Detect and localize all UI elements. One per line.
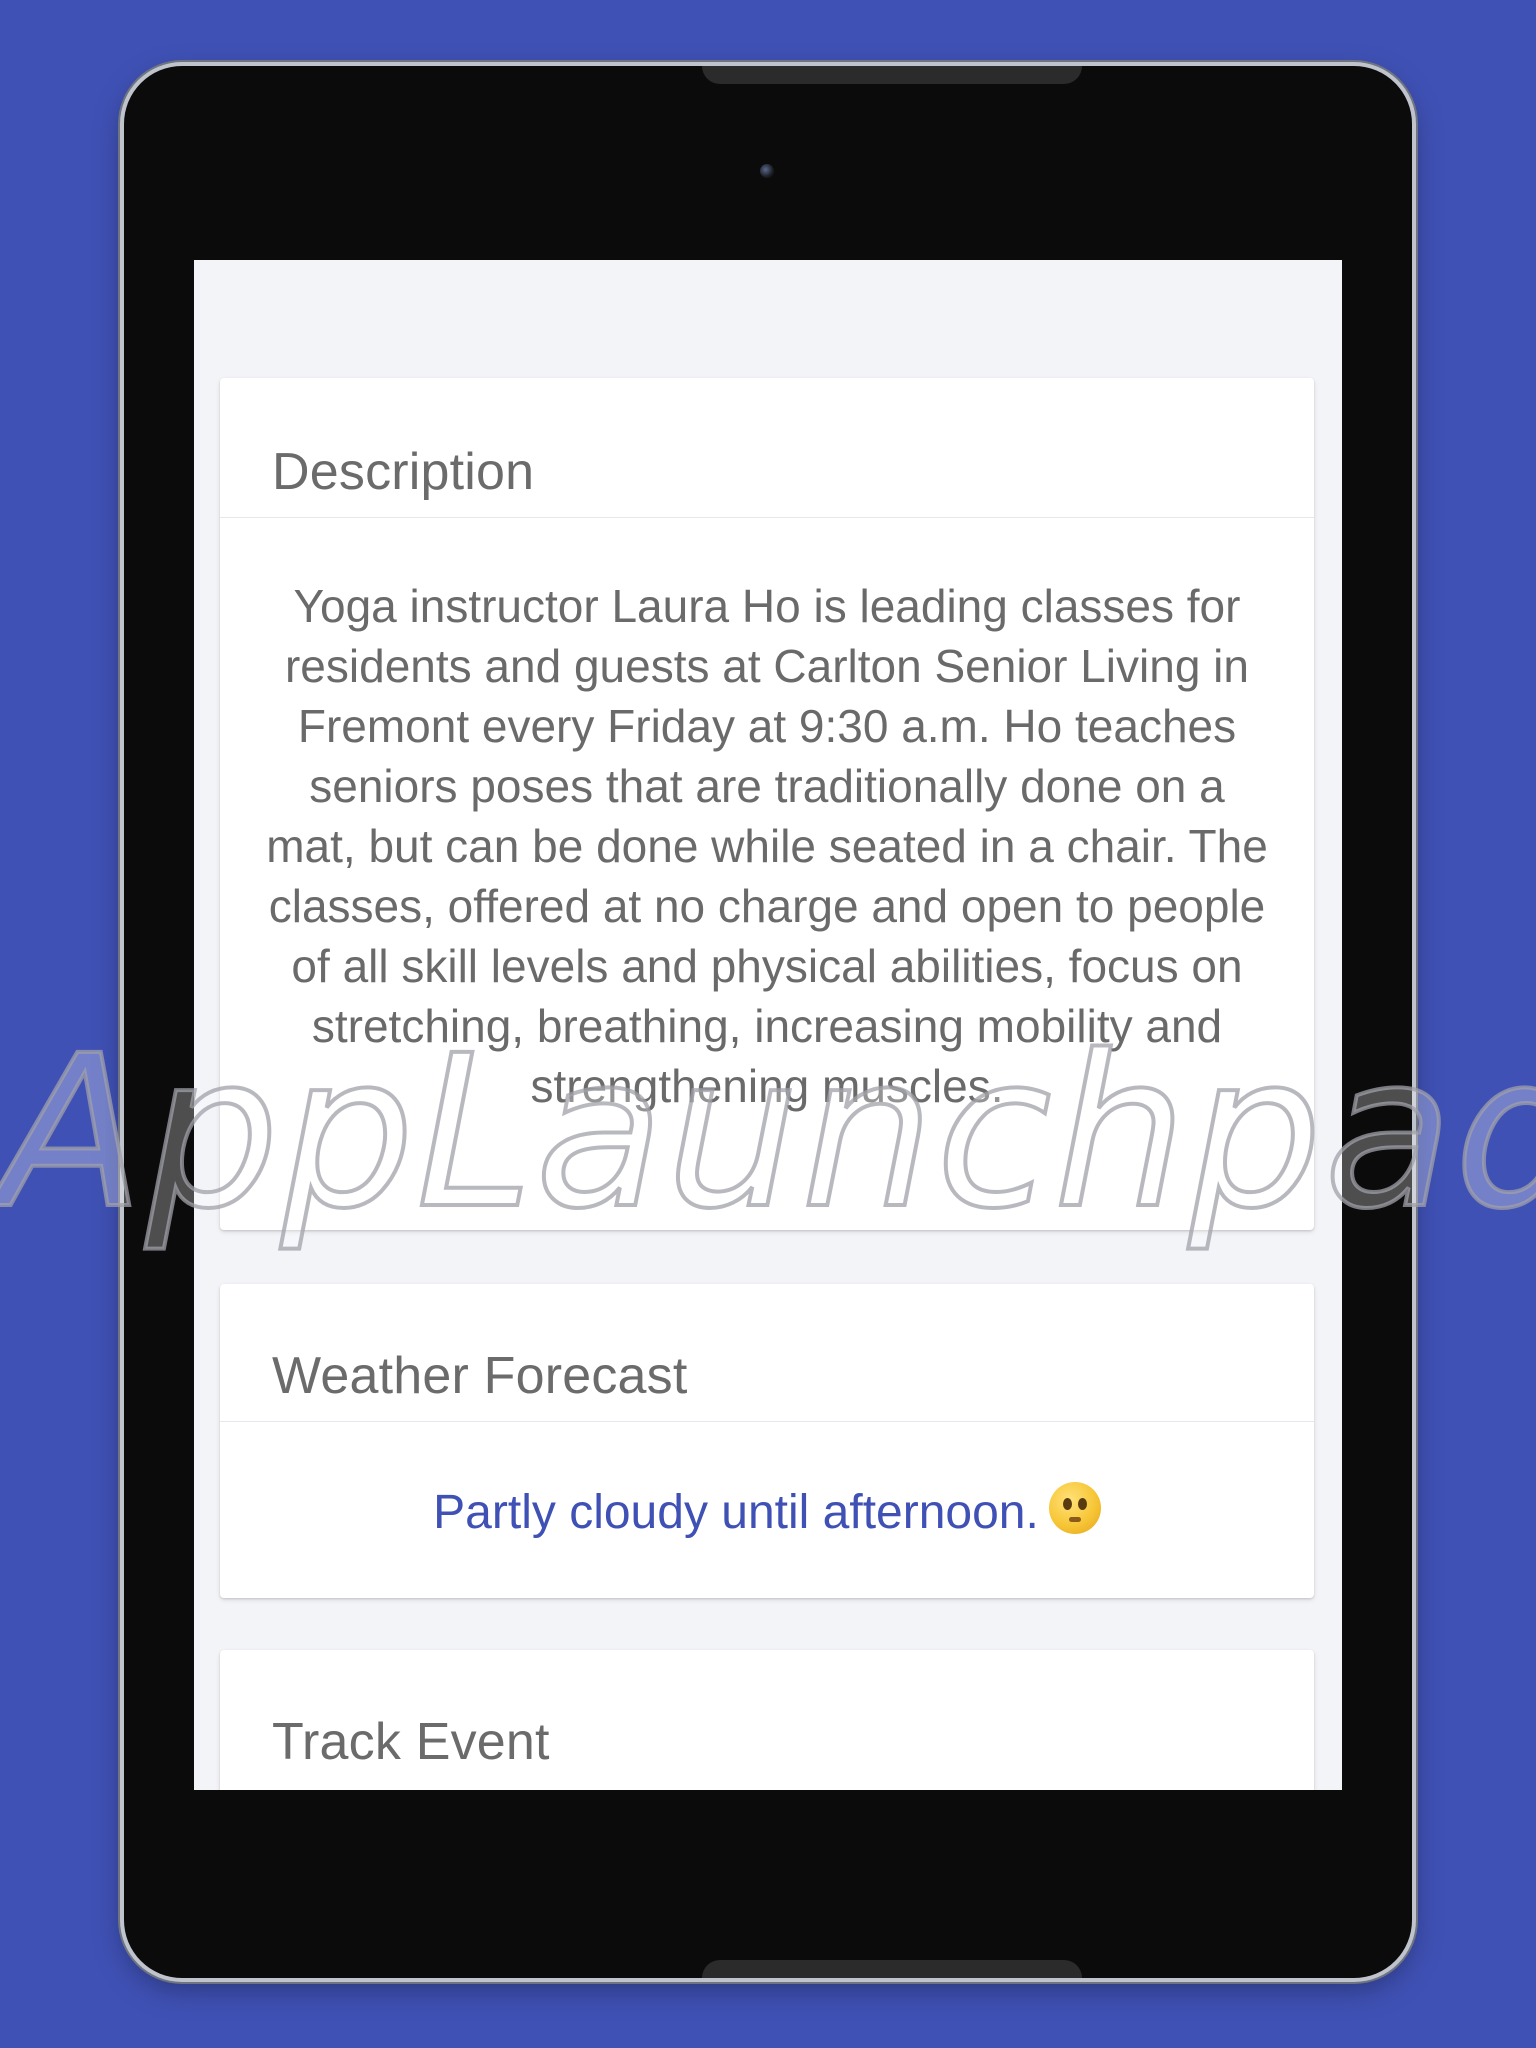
track-event-card[interactable]: Track Event [220, 1650, 1314, 1790]
description-card-title: Description [272, 443, 535, 501]
description-card: Description Yoga instructor Laura Ho is … [220, 378, 1314, 1230]
track-event-card-title: Track Event [272, 1713, 550, 1771]
weather-forecast-row: Partly cloudy until afternoon. [220, 1482, 1314, 1540]
description-body-text: Yoga instructor Laura Ho is leading clas… [266, 580, 1268, 1112]
front-camera-icon [760, 164, 774, 178]
tablet-bottom-bezel-detail [702, 1960, 1082, 1978]
weather-forecast-card: Weather Forecast Partly cloudy until aft… [220, 1284, 1314, 1598]
emoji-mouth [1068, 1517, 1081, 1522]
tablet-top-bezel-detail [702, 66, 1082, 84]
neutral-face-emoji-icon [1048, 1482, 1101, 1534]
weather-forecast-text: Partly cloudy until afternoon. [433, 1486, 1039, 1539]
weather-card-title: Weather Forecast [272, 1347, 688, 1405]
app-screen: Description Yoga instructor Laura Ho is … [194, 260, 1342, 1790]
